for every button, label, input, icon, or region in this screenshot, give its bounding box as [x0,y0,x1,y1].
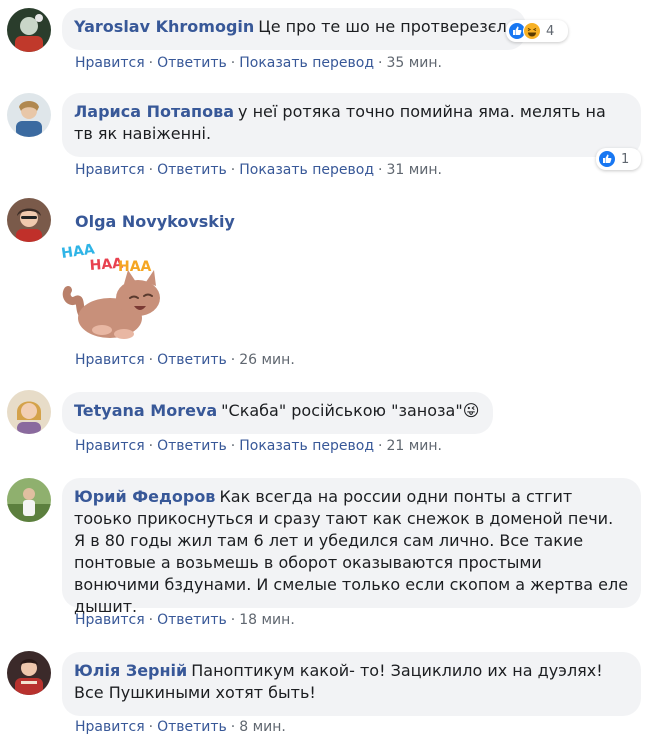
like-link[interactable]: Нравится [75,162,145,178]
separator: · [378,438,383,454]
like-icon [598,150,616,168]
reply-link[interactable]: Ответить [157,162,227,178]
reaction-count: 1 [621,151,630,167]
separator: · [230,352,236,368]
separator: · [230,162,236,178]
comment-bubble: Tetyana Moreva "Скаба" російською "заноза… [62,392,493,434]
separator: · [148,438,154,454]
comment-bubble: Юлія Зерній Паноптикум какой- то! Зацикли… [62,652,641,716]
comment-bubble: Лариса Потапова у неї ротяка точно помийн… [62,93,641,157]
comment-actions: Нравится · Ответить · 8 мин. [75,718,286,736]
like-link[interactable]: Нравится [75,438,145,454]
avatar[interactable] [7,390,51,434]
avatar[interactable] [7,8,51,52]
comment-author[interactable]: Лариса Потапова [74,102,234,121]
separator: · [148,55,154,71]
avatar[interactable] [7,651,51,695]
comment-time[interactable]: 26 мин. [239,352,295,368]
comment-actions: Нравится · Ответить · 26 мин. [75,351,295,369]
separator: · [148,719,154,735]
haha-cat-sticker[interactable]: HAA HAA HAA [60,238,176,350]
separator: · [230,55,236,71]
like-link[interactable]: Нравится [75,612,145,628]
avatar[interactable] [7,198,51,242]
comment-time[interactable]: 35 мин. [386,55,442,71]
comment-author[interactable]: Yaroslav Khromogin [74,17,254,36]
separator: · [378,162,383,178]
avatar[interactable] [7,478,51,522]
separator: · [148,352,154,368]
separator: · [230,612,236,628]
like-link[interactable]: Нравится [75,352,145,368]
haha-icon [523,22,541,40]
reply-link[interactable]: Ответить [157,612,227,628]
like-link[interactable]: Нравится [75,719,145,735]
comment-author[interactable]: Юлія Зерній [74,661,187,680]
avatar[interactable] [7,93,51,137]
comment-actions: Нравится · Ответить · 18 мин. [75,611,295,629]
separator: · [148,612,154,628]
separator: · [230,719,236,735]
comment-time[interactable]: 31 мин. [386,162,442,178]
reactions-badge[interactable]: 1 [596,148,641,170]
reply-link[interactable]: Ответить [157,719,227,735]
comment-author[interactable]: Olga Novykovskiy [75,211,235,233]
comment-text: Как всегда на россии одни понты а стгит … [74,487,629,616]
comment-time[interactable]: 8 мин. [239,719,286,735]
reactions-badge[interactable]: 4 [506,20,568,42]
reply-link[interactable]: Ответить [157,55,227,71]
reply-link[interactable]: Ответить [157,438,227,454]
translate-link[interactable]: Показать перевод [239,55,374,71]
translate-link[interactable]: Показать перевод [239,438,374,454]
comment-author[interactable]: Юрий Федоров [74,487,215,506]
comment-text: "Скаба" російською "заноза"😜 [221,401,480,420]
comment-bubble: Yaroslav Khromogin Це про те шо не протве… [62,8,526,50]
comment-actions: Нравится · Ответить · Показать перевод · 35 ми… [75,54,442,72]
separator: · [378,55,383,71]
separator: · [230,438,236,454]
separator: · [148,162,154,178]
sticker-text: HAA [118,259,152,275]
comment-actions: Нравится · Ответить · Показать перевод · 21 ми… [75,437,442,455]
comment-author[interactable]: Tetyana Moreva [74,401,217,420]
translate-link[interactable]: Показать перевод [239,162,374,178]
comment-time[interactable]: 21 мин. [386,438,442,454]
comment-actions: Нравится · Ответить · Показать перевод · 31 ми… [75,161,442,179]
comment-bubble: Юрий Федоров Как всегда на россии одни по… [62,478,641,616]
comment-time[interactable]: 18 мин. [239,612,295,628]
reaction-count: 4 [546,23,555,39]
like-link[interactable]: Нравится [75,55,145,71]
reply-link[interactable]: Ответить [157,352,227,368]
comment-text: Це про те шо не протверезєл [258,17,507,36]
